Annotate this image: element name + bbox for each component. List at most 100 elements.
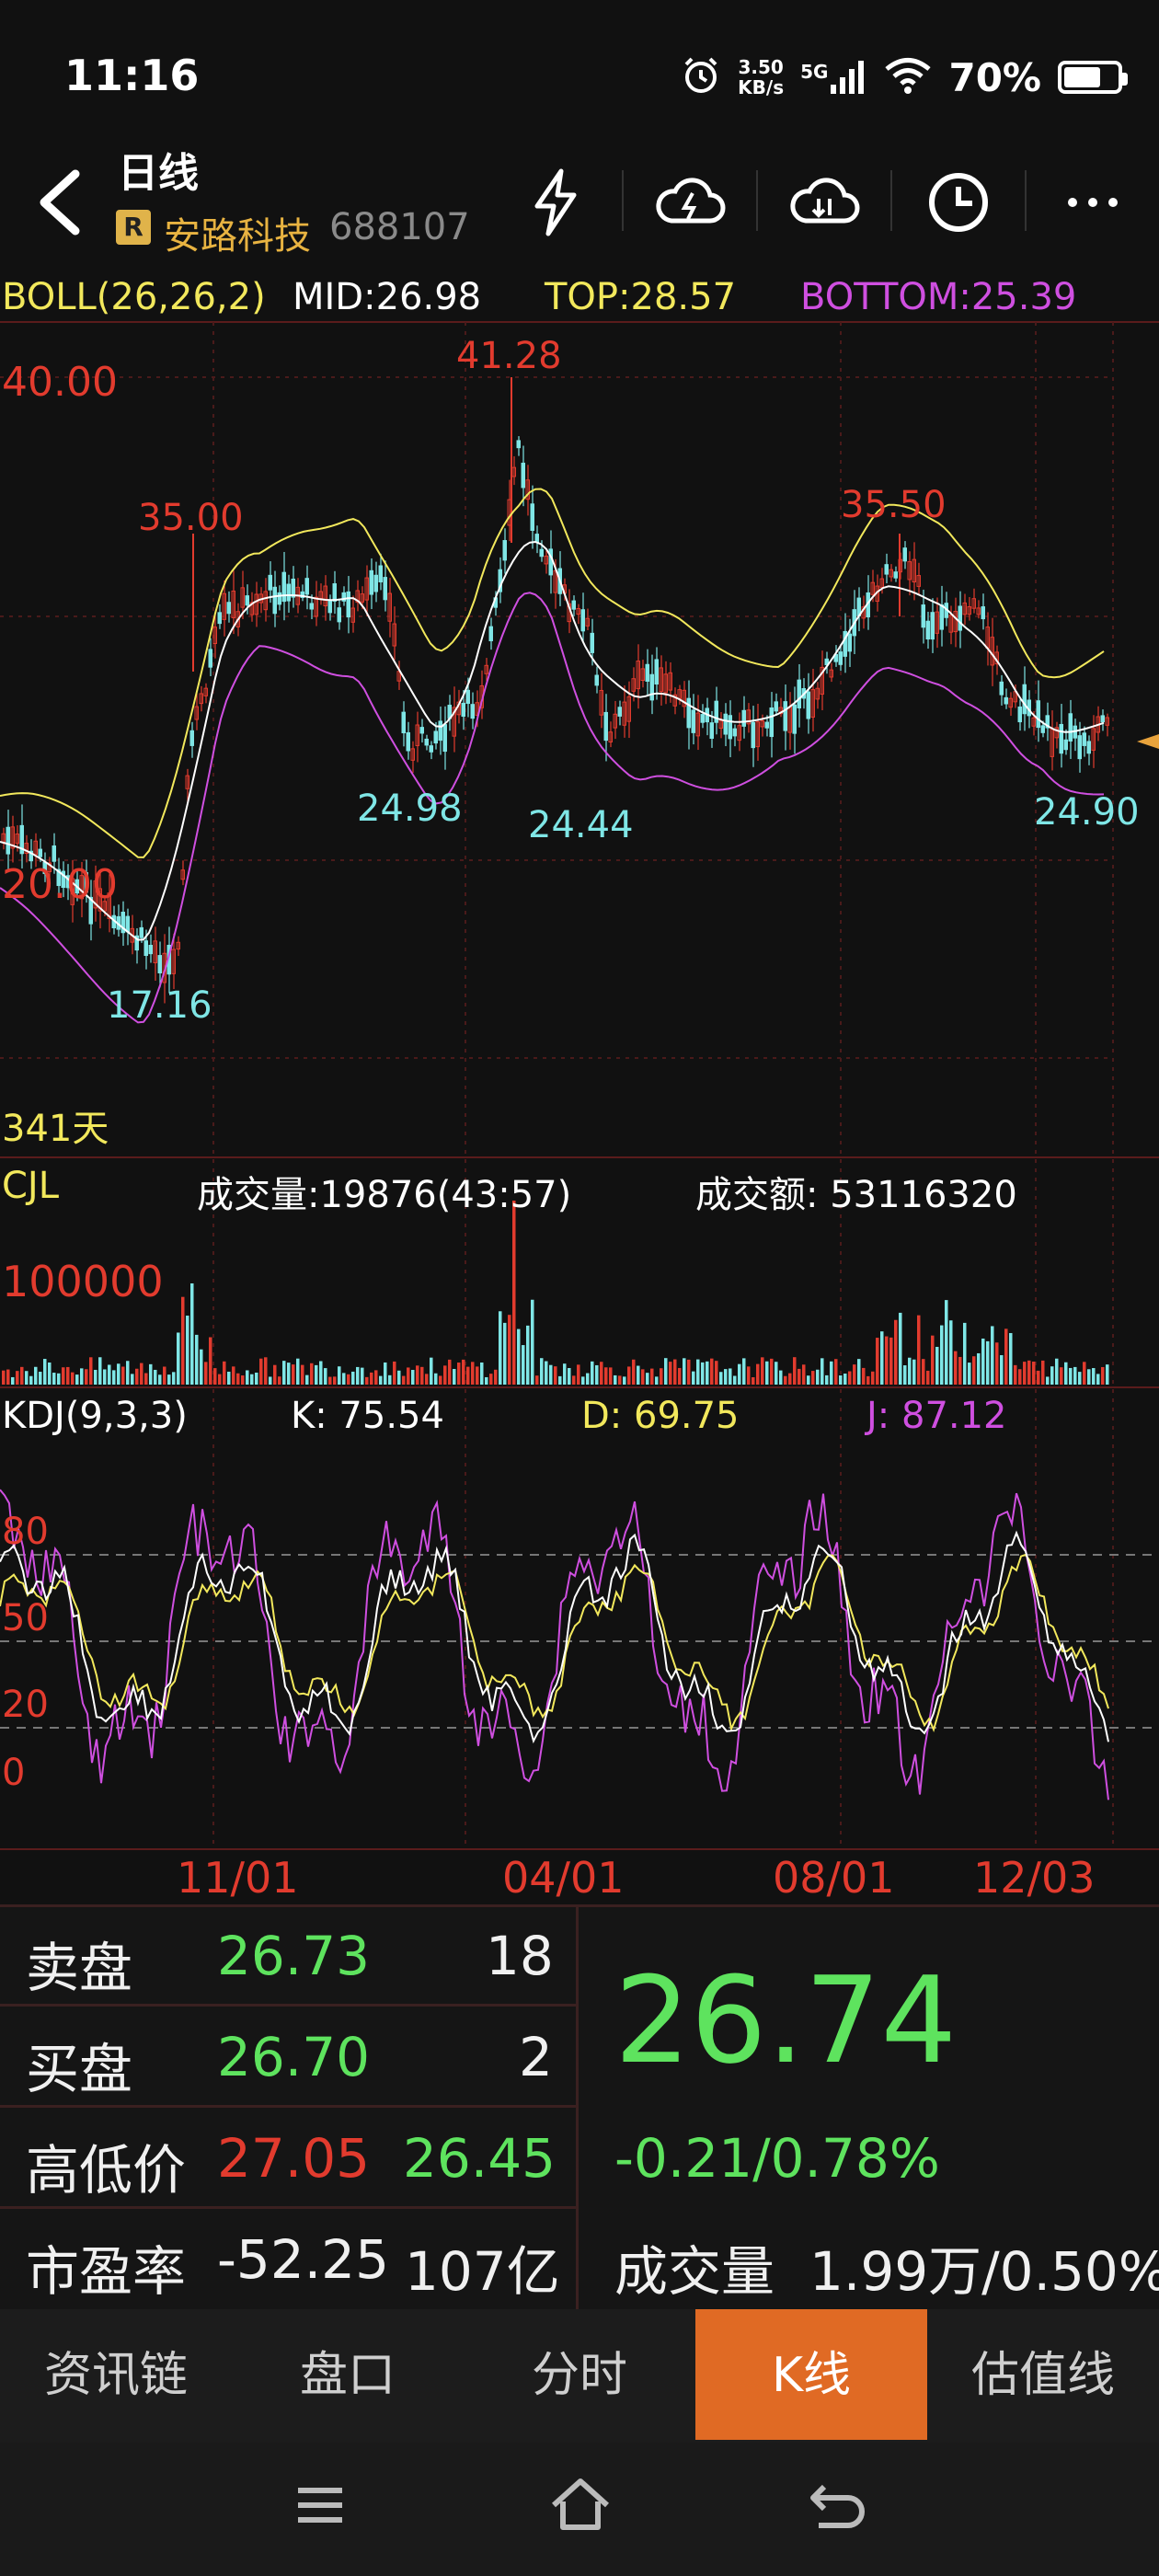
hilo-label: 高低价 [26,2139,187,2202]
volume-bar [282,1361,286,1385]
volume-bar [1050,1366,1054,1385]
volume-bar [310,1363,314,1385]
volume-bar [149,1363,153,1385]
volume-bar [770,1358,774,1385]
kdj-d: D: 69.75 [581,1395,740,1437]
flash-icon[interactable] [510,156,602,248]
volume-bar [305,1374,309,1385]
volume-bar [278,1376,281,1385]
volume-bar [48,1363,52,1385]
volume-bar [669,1362,672,1385]
clock-icon[interactable] [912,156,1004,248]
tab-kline[interactable]: K线 [695,2309,927,2440]
volume-bar [296,1358,300,1385]
volume-bar [558,1375,562,1385]
volume-bar [342,1373,346,1385]
volume-bar [641,1369,645,1385]
tab-order-book[interactable]: 盘口 [232,2309,464,2443]
cloud-upload-icon[interactable] [644,156,736,248]
candle-body [272,586,277,615]
volume-bar [600,1362,603,1385]
candle-body [6,826,10,855]
volume-bar [85,1369,88,1385]
volume-bar [374,1370,378,1385]
candle-body [337,607,341,623]
candle-body [691,709,695,733]
candle-body [806,691,810,719]
volume-bar [292,1364,295,1385]
volume-bar [154,1369,157,1385]
candle-body [286,583,291,602]
candle-body [125,915,130,933]
volume-bar [549,1364,553,1385]
kline-chart[interactable]: BOLL(26,26,2) MID:26.98 TOP:28.57 BOTTOM… [0,267,1159,1903]
menu-icon[interactable] [293,2478,348,2533]
trough-label: 17.16 [107,984,212,1027]
volume-level: 100000 [2,1257,164,1306]
volume-bar [1101,1366,1105,1385]
volume-bar [462,1359,465,1385]
back-nav-icon[interactable] [806,2479,865,2535]
kdj-level: 80 [2,1511,49,1553]
volume-bar [163,1366,166,1385]
volume-bar [361,1367,364,1385]
volume-bar [995,1342,999,1385]
candle-body [654,659,659,685]
candle-body [470,704,475,719]
volume-bar [1073,1366,1077,1385]
volume-bar [706,1361,709,1385]
candle-body [921,604,925,628]
candle-body [603,711,608,742]
volume-bar [324,1368,327,1385]
cloud-download-icon[interactable] [778,156,870,248]
volume-bar [1027,1360,1031,1385]
peak-label: 41.28 [456,335,562,377]
volume-bar [820,1358,824,1385]
more-icon[interactable] [1047,156,1139,248]
home-icon[interactable] [548,2476,613,2535]
volume-bar [453,1368,456,1385]
candle-body [309,603,314,610]
volume-bar [922,1359,925,1385]
volume-bar [830,1361,833,1385]
volume-bar [917,1315,921,1385]
candle-body [893,571,898,579]
candle-body [539,548,544,558]
volume-bar [1087,1369,1091,1385]
boll-label: BOLL(26,26,2) [2,276,266,318]
date-label: 08/01 [773,1853,895,1903]
candle-body [332,583,337,602]
kdj-label: KDJ(9,3,3) [2,1395,188,1437]
candle-body [157,955,162,974]
date-label: 12/03 [973,1853,1096,1903]
trough-label: 24.90 [1034,791,1140,834]
back-icon[interactable] [28,161,92,244]
candle-body [580,609,585,632]
volume-bar [880,1331,884,1385]
buy-qty: 2 [519,2026,553,2088]
candle-body [902,547,907,562]
volume-bar [568,1367,571,1385]
candle-body [774,701,778,712]
tab-valuation[interactable]: 估值线 [927,2309,1159,2443]
candle-body [958,605,962,631]
candle-body [1086,741,1091,754]
candle-body [709,722,714,740]
volume-bar [177,1332,180,1385]
volume-bar [894,1319,898,1385]
volume-bar [499,1311,502,1385]
volume-bar [517,1328,521,1385]
tab-intraday[interactable]: 分时 [464,2309,695,2443]
volume-bar [1064,1362,1068,1385]
volume-bar [1000,1355,1004,1385]
kdj-j-line [0,1489,1109,1800]
volume-bar [29,1375,33,1385]
volume-bar [71,1372,75,1385]
trough-label: 24.98 [357,788,463,830]
volume-bar [779,1370,783,1385]
candle-body [461,702,465,718]
volume-bar [34,1366,38,1385]
tab-news-chain[interactable]: 资讯链 [0,2309,232,2443]
volume-bar [715,1361,718,1385]
toolbar-divider [890,170,892,231]
